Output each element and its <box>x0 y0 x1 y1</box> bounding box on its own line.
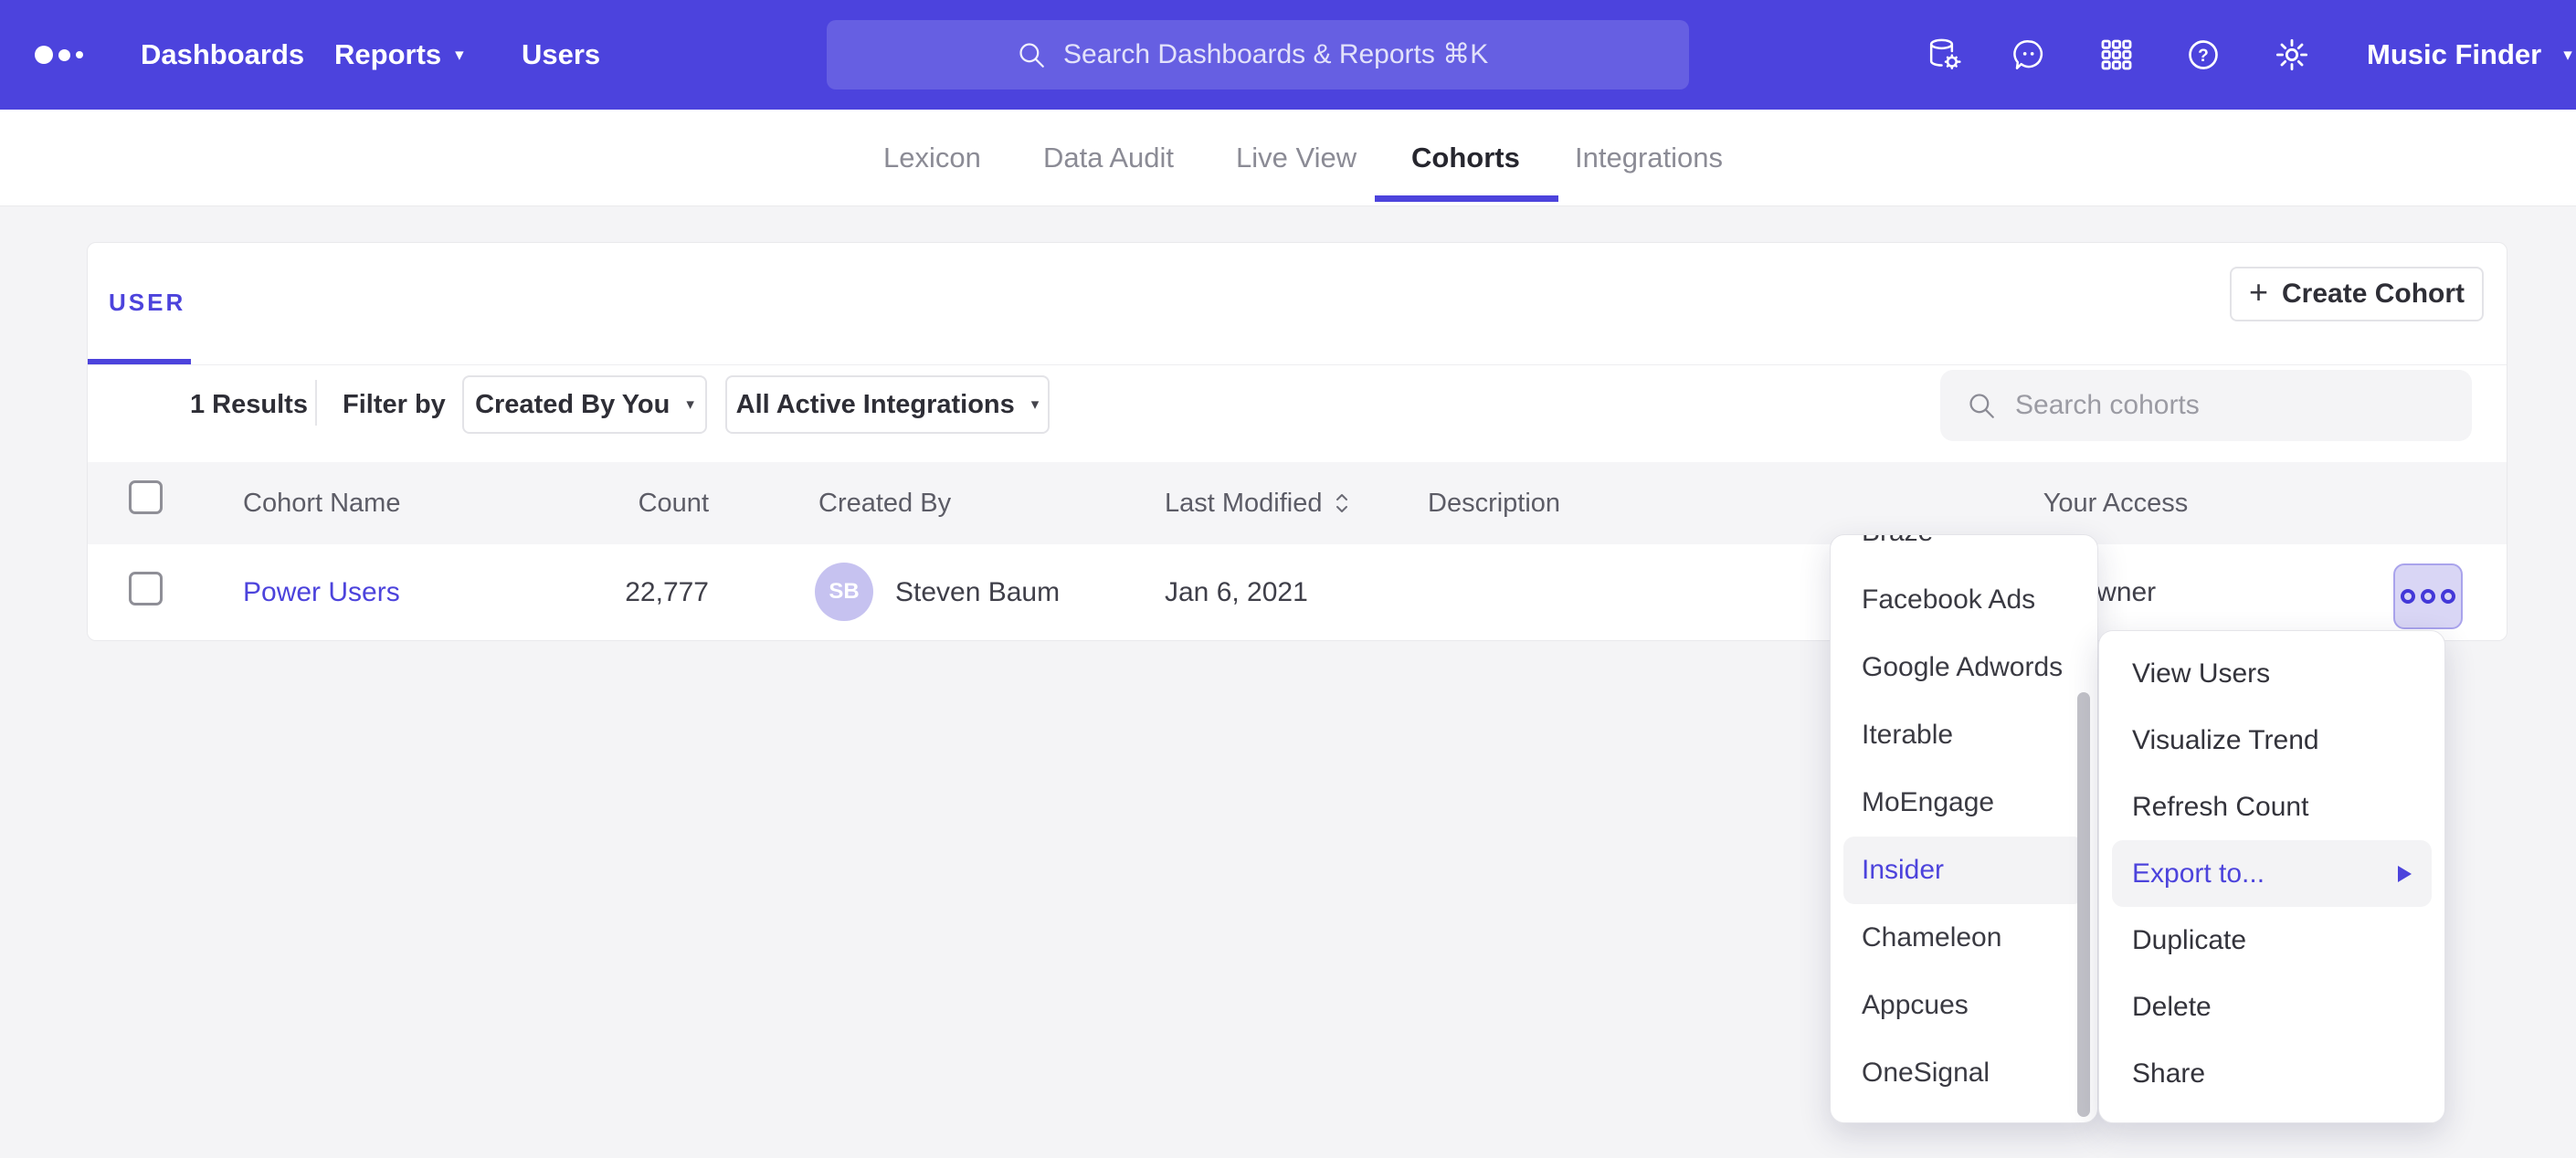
last-modified-value: Jan 6, 2021 <box>1165 544 1308 640</box>
feedback-icon[interactable] <box>2011 37 2047 73</box>
nav-item-dashboards[interactable]: Dashboards <box>141 0 304 110</box>
menu-item-onesignal[interactable]: OneSignal <box>1831 1039 2097 1107</box>
export-target-list: Braze Facebook Ads Google Adwords Iterab… <box>1831 534 2097 1107</box>
search-icon <box>1016 39 1047 70</box>
chevron-down-icon: ▾ <box>686 395 694 414</box>
tab-lexicon[interactable]: Lexicon <box>883 110 981 205</box>
column-header-last-modified[interactable]: Last Modified <box>1165 462 1351 544</box>
more-options-button[interactable] <box>2393 563 2463 629</box>
nav-item-reports[interactable]: Reports▾ <box>334 0 464 110</box>
menu-item-refresh-count[interactable]: Refresh Count <box>2099 774 2444 840</box>
divider <box>88 364 2507 365</box>
cohort-count: 22,777 <box>526 544 709 640</box>
tab-user-cohorts[interactable]: USER <box>109 289 185 317</box>
row-context-menu: View Users Visualize Trend Refresh Count… <box>2098 630 2445 1123</box>
table-header-row: Cohort Name Count Created By Last Modifi… <box>88 462 2507 544</box>
menu-item-delete[interactable]: Delete <box>2099 974 2444 1040</box>
project-selector[interactable]: Music Finder ▾ <box>2367 0 2572 110</box>
menu-item-moengage[interactable]: MoEngage <box>1831 769 2097 837</box>
column-header-description: Description <box>1428 462 1560 544</box>
chevron-down-icon: ▾ <box>2563 45 2572 66</box>
column-header-created-by: Created By <box>818 462 951 544</box>
divider <box>315 380 317 426</box>
filter-by-label: Filter by <box>343 390 446 420</box>
menu-item-export-to[interactable]: Export to... <box>2112 840 2432 907</box>
menu-item-facebook-ads[interactable]: Facebook Ads <box>1831 566 2097 634</box>
chevron-down-icon: ▾ <box>455 45 464 66</box>
global-search-input[interactable] <box>1063 39 1500 70</box>
menu-item-appcues[interactable]: Appcues <box>1831 972 2097 1039</box>
menu-item-share[interactable]: Share <box>2099 1040 2444 1107</box>
cohort-search-bar[interactable] <box>1940 370 2472 441</box>
select-all-checkbox[interactable] <box>129 480 163 514</box>
tab-integrations[interactable]: Integrations <box>1575 110 1723 205</box>
column-header-cohort-name: Cohort Name <box>243 462 400 544</box>
plus-icon: + <box>2249 273 2268 311</box>
apps-grid-icon[interactable] <box>2098 37 2135 73</box>
more-options-icon <box>2401 589 2415 604</box>
menu-item-visualize-trend[interactable]: Visualize Trend <box>2099 707 2444 774</box>
created-by-filter-dropdown[interactable]: Created By You ▾ <box>462 375 707 434</box>
column-header-your-access: Your Access <box>2001 462 2230 544</box>
integrations-filter-dropdown[interactable]: All Active Integrations ▾ <box>725 375 1050 434</box>
create-cohort-button[interactable]: + Create Cohort <box>2230 267 2484 321</box>
cohort-name-link[interactable]: Power Users <box>243 544 400 640</box>
search-icon <box>1966 390 1997 421</box>
tab-live-view[interactable]: Live View <box>1236 110 1357 205</box>
export-to-submenu: Braze Facebook Ads Google Adwords Iterab… <box>1830 534 2098 1123</box>
menu-item-insider[interactable]: Insider <box>1843 837 2085 904</box>
menu-item-chameleon[interactable]: Chameleon <box>1831 904 2097 972</box>
help-icon[interactable]: ? <box>2185 37 2222 73</box>
mixpanel-dots-logo-icon[interactable] <box>35 0 83 110</box>
data-management-icon[interactable] <box>1926 37 1962 73</box>
sort-icon <box>1333 490 1351 517</box>
cohort-search-input[interactable] <box>2015 390 2472 421</box>
cohorts-card: USER + Create Cohort 1 Results Filter by… <box>87 242 2507 641</box>
settings-icon[interactable] <box>2274 37 2310 73</box>
scrollbar-thumb[interactable] <box>2077 692 2090 1117</box>
chevron-down-icon: ▾ <box>1031 395 1040 414</box>
active-tab-underline <box>1375 195 1558 202</box>
table-row: Power Users 22,777 SB Steven Baum Jan 6,… <box>88 544 2507 640</box>
menu-item-iterable[interactable]: Iterable <box>1831 701 2097 769</box>
menu-item-view-users[interactable]: View Users <box>2099 640 2444 707</box>
column-header-count: Count <box>526 462 709 544</box>
global-search-bar[interactable] <box>827 20 1689 89</box>
avatar: SB <box>815 563 873 621</box>
cohorts-screen: Dashboards Reports▾ Users <box>0 0 2576 1158</box>
created-by-value: Steven Baum <box>895 544 1060 640</box>
nav-item-users[interactable]: Users <box>522 0 600 110</box>
results-count: 1 Results <box>190 390 308 420</box>
svg-text:?: ? <box>2198 47 2209 66</box>
project-name: Music Finder <box>2367 38 2541 71</box>
tab-data-audit[interactable]: Data Audit <box>1043 110 1174 205</box>
tab-cohorts[interactable]: Cohorts <box>1411 110 1520 205</box>
menu-item-duplicate[interactable]: Duplicate <box>2099 907 2444 974</box>
section-tabs: Lexicon Data Audit Live View Cohorts Int… <box>0 110 2576 206</box>
menu-item-google-adwords[interactable]: Google Adwords <box>1831 634 2097 701</box>
row-checkbox[interactable] <box>129 572 163 605</box>
top-navbar: Dashboards Reports▾ Users <box>0 0 2576 110</box>
submenu-right-arrow-icon <box>2398 866 2412 882</box>
menu-item-braze[interactable]: Braze <box>1831 534 2097 566</box>
